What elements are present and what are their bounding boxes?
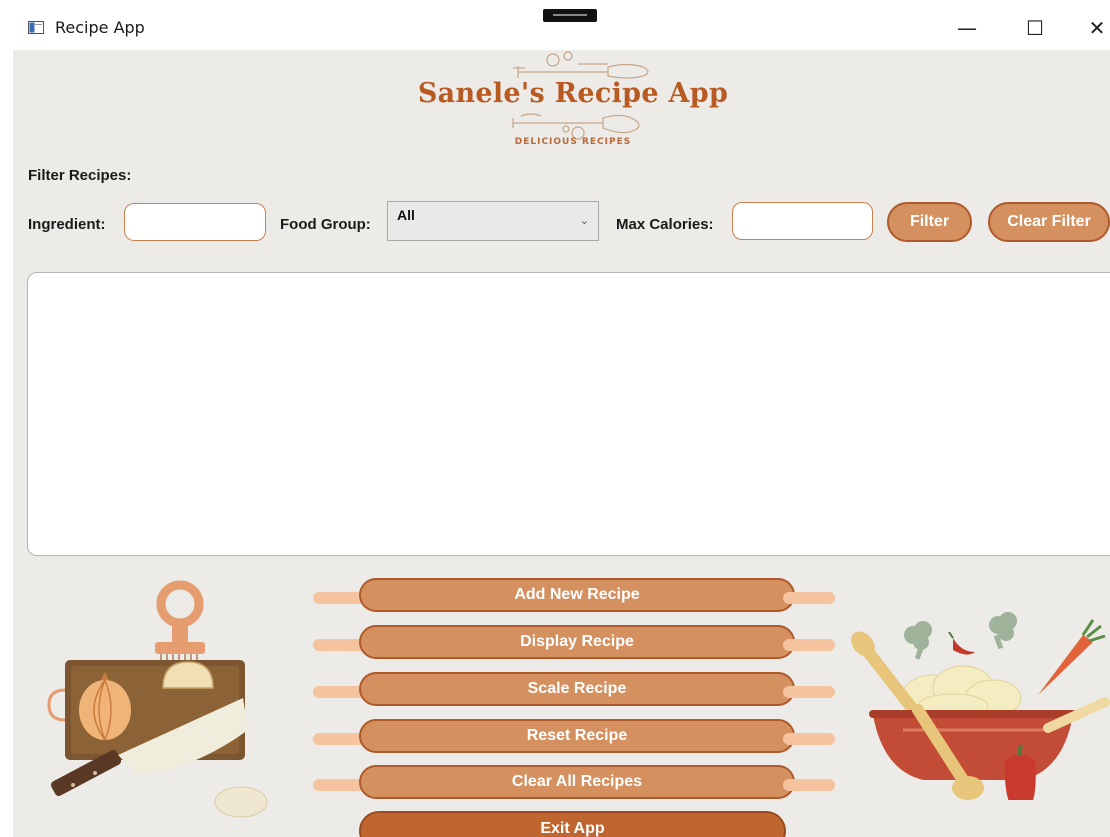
cutting-board-illustration xyxy=(47,580,268,818)
rolling-pin-handle-icon xyxy=(313,592,365,604)
maximize-icon: ☐ xyxy=(1026,16,1044,40)
chevron-down-icon: ⌄ xyxy=(579,214,589,227)
reset-recipe-button[interactable]: Reset Recipe xyxy=(313,719,835,759)
maximize-button[interactable]: ☐ xyxy=(1012,10,1058,46)
display-recipe-button[interactable]: Display Recipe xyxy=(313,625,835,665)
ingredient-input[interactable] xyxy=(124,203,266,241)
app-window-icon xyxy=(28,21,44,34)
scale-recipe-button[interactable]: Scale Recipe xyxy=(313,672,835,712)
exit-app-button[interactable]: Exit App xyxy=(359,811,786,837)
close-button[interactable]: ✕ xyxy=(1074,10,1110,46)
minimize-button[interactable]: — xyxy=(944,10,990,46)
rolling-pin-handle-icon xyxy=(783,686,835,698)
filter-heading: Filter Recipes: xyxy=(28,167,132,184)
max-calories-label: Max Calories: xyxy=(616,216,714,233)
recipe-list[interactable] xyxy=(27,272,1110,556)
filter-button[interactable]: Filter xyxy=(887,202,972,242)
minimize-icon: — xyxy=(957,16,977,40)
rolling-pin-handle-icon xyxy=(313,733,365,745)
window-title: Recipe App xyxy=(55,18,145,37)
app-title: Sanele's Recipe App xyxy=(417,78,729,109)
rolling-pin-handle-icon xyxy=(783,733,835,745)
food-group-select[interactable]: All ⌄ xyxy=(387,201,599,241)
app-logo: Sanele's Recipe App DELICIOUS RECIPES xyxy=(403,50,743,158)
clear-filter-button[interactable]: Clear Filter xyxy=(988,202,1110,242)
rolling-pin-handle-icon xyxy=(313,639,365,651)
rolling-pin-handle-icon xyxy=(783,592,835,604)
food-group-label: Food Group: xyxy=(280,216,371,233)
rolling-pin-handle-icon xyxy=(313,779,365,791)
ingredient-label: Ingredient: xyxy=(28,216,106,233)
vegetable-bowl-illustration xyxy=(851,612,1110,800)
add-recipe-button[interactable]: Add New Recipe xyxy=(313,578,835,618)
drag-handle[interactable] xyxy=(543,9,597,22)
rolling-pin-handle-icon xyxy=(783,639,835,651)
rolling-pin-handle-icon xyxy=(783,779,835,791)
rolling-pin-handle-icon xyxy=(313,686,365,698)
food-group-value: All xyxy=(397,207,415,223)
title-bar: Recipe App — ☐ ✕ xyxy=(0,0,1110,50)
close-icon: ✕ xyxy=(1088,16,1106,40)
main-window: Sanele's Recipe App DELICIOUS RECIPES Fi… xyxy=(13,50,1110,837)
clear-all-recipes-button[interactable]: Clear All Recipes xyxy=(313,765,835,805)
max-calories-input[interactable] xyxy=(732,202,873,240)
app-subtitle: DELICIOUS RECIPES xyxy=(514,137,632,147)
